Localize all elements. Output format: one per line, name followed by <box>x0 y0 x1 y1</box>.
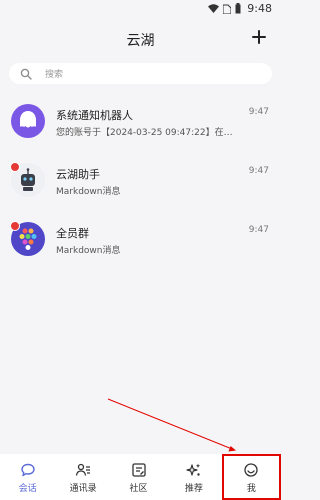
annotation-arrow <box>107 398 236 452</box>
smiley-icon <box>244 463 258 477</box>
tab-contacts[interactable]: 通讯录 <box>55 454 110 500</box>
tab-community[interactable]: 社区 <box>111 454 166 500</box>
sparkle-icon <box>186 463 201 476</box>
tab-recommend[interactable]: 推荐 <box>166 454 221 500</box>
tab-label: 我 <box>246 484 256 494</box>
bottom-tab-bar: 会话 通讯录 社区 推荐 我 <box>0 454 282 500</box>
tab-chats[interactable]: 会话 <box>0 454 55 500</box>
chat-icon <box>21 463 35 477</box>
community-icon <box>131 463 146 477</box>
tab-label: 社区 <box>129 484 148 494</box>
tab-label: 通讯录 <box>69 484 97 494</box>
contacts-icon <box>75 463 91 476</box>
tab-label: 会话 <box>18 484 37 494</box>
tab-label: 推荐 <box>184 484 203 494</box>
tab-me[interactable]: 我 <box>221 454 282 500</box>
